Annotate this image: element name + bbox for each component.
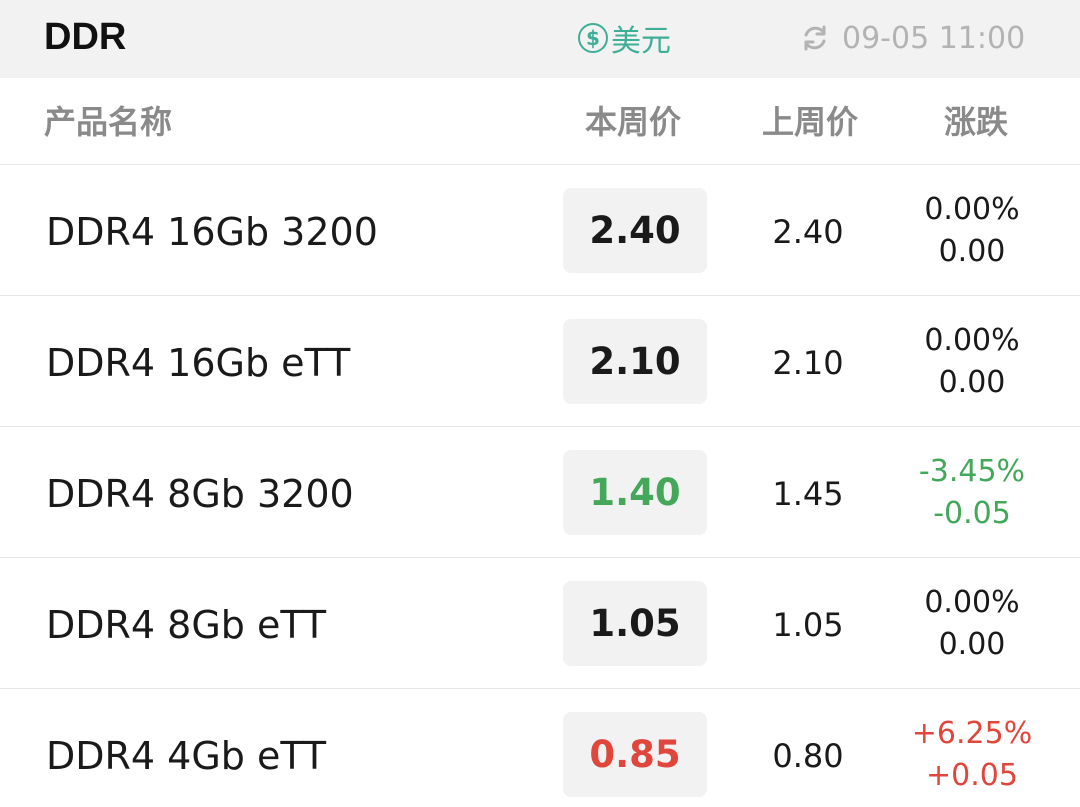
table-row[interactable]: DDR4 4Gb eTT 0.85 0.80 +6.25% +0.05 bbox=[0, 689, 1080, 807]
table-header: 产品名称 本周价 上周价 涨跌 bbox=[0, 78, 1080, 165]
page-title: DDR bbox=[44, 16, 127, 58]
column-header-previous-price[interactable]: 上周价 bbox=[762, 102, 858, 142]
price-change: 0.00% 0.00 bbox=[900, 320, 1044, 404]
change-absolute: 0.00 bbox=[938, 365, 1006, 400]
refresh-control[interactable]: 09-05 11:00 bbox=[800, 18, 1025, 58]
price-change: -3.45% -0.05 bbox=[900, 451, 1044, 535]
change-percent: 0.00% bbox=[924, 323, 1020, 358]
change-absolute: 0.00 bbox=[938, 234, 1006, 269]
top-bar: DDR $ 美元 09-05 11:00 bbox=[0, 0, 1080, 78]
change-percent: -3.45% bbox=[918, 454, 1026, 489]
table-row[interactable]: DDR4 8Gb 3200 1.40 1.45 -3.45% -0.05 bbox=[0, 427, 1080, 558]
previous-price: 2.10 bbox=[772, 344, 844, 382]
product-name: DDR4 16Gb 3200 bbox=[46, 210, 378, 254]
change-absolute: -0.05 bbox=[933, 496, 1011, 531]
previous-price: 1.45 bbox=[772, 475, 844, 513]
column-header-current-price[interactable]: 本周价 bbox=[585, 102, 681, 142]
update-timestamp: 09-05 11:00 bbox=[842, 20, 1026, 56]
product-name: DDR4 8Gb eTT bbox=[46, 603, 327, 647]
product-name: DDR4 4Gb eTT bbox=[46, 734, 327, 778]
change-percent: 0.00% bbox=[924, 192, 1020, 227]
current-price: 0.85 bbox=[563, 712, 707, 797]
previous-price: 2.40 bbox=[772, 213, 844, 251]
table-row[interactable]: DDR4 16Gb 3200 2.40 2.40 0.00% 0.00 bbox=[0, 165, 1080, 296]
change-percent: +6.25% bbox=[911, 716, 1033, 751]
change-absolute: +0.05 bbox=[926, 758, 1018, 793]
table-row[interactable]: DDR4 8Gb eTT 1.05 1.05 0.00% 0.00 bbox=[0, 558, 1080, 689]
table-row[interactable]: DDR4 16Gb eTT 2.10 2.10 0.00% 0.00 bbox=[0, 296, 1080, 427]
column-header-change[interactable]: 涨跌 bbox=[944, 102, 1008, 142]
price-change: +6.25% +0.05 bbox=[900, 713, 1044, 797]
change-absolute: 0.00 bbox=[938, 627, 1006, 662]
change-percent: 0.00% bbox=[924, 585, 1020, 620]
currency-toggle[interactable]: $ 美元 bbox=[578, 16, 671, 60]
product-name: DDR4 8Gb 3200 bbox=[46, 472, 354, 516]
column-header-name[interactable]: 产品名称 bbox=[44, 102, 172, 142]
refresh-icon[interactable] bbox=[800, 23, 830, 53]
current-price: 1.05 bbox=[563, 581, 707, 666]
product-name: DDR4 16Gb eTT bbox=[46, 341, 351, 385]
previous-price: 0.80 bbox=[772, 737, 844, 775]
currency-label: 美元 bbox=[611, 24, 671, 59]
current-price: 1.40 bbox=[563, 450, 707, 535]
price-change: 0.00% 0.00 bbox=[900, 582, 1044, 666]
current-price: 2.10 bbox=[563, 319, 707, 404]
dollar-icon: $ bbox=[578, 23, 608, 53]
price-change: 0.00% 0.00 bbox=[900, 189, 1044, 273]
previous-price: 1.05 bbox=[772, 606, 844, 644]
current-price: 2.40 bbox=[563, 188, 707, 273]
